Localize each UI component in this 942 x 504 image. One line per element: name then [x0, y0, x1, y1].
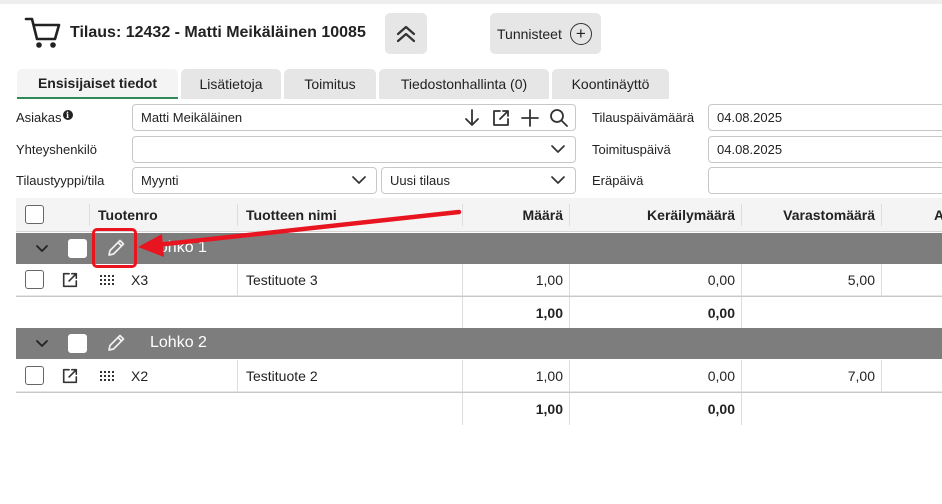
- tags-label: Tunnisteet: [497, 25, 562, 42]
- grid-header: Tuotenro Tuotteen nimi Määrä Keräilymäär…: [16, 198, 942, 232]
- drag-handle-icon[interactable]: [100, 275, 114, 285]
- chevron-down-icon: [352, 176, 366, 184]
- due-date-input[interactable]: [708, 167, 942, 194]
- external-link-icon[interactable]: [61, 271, 79, 289]
- external-link-icon[interactable]: [491, 108, 511, 128]
- cell-product-no: X3: [131, 272, 149, 288]
- order-date-input[interactable]: 04.08.2025: [708, 104, 942, 131]
- customer-label-text: Asiakas: [16, 110, 62, 125]
- due-date-label: Eräpäivä: [592, 173, 644, 188]
- total-picking-qty: 0,00: [707, 305, 735, 321]
- total-quantity: 1,00: [535, 305, 563, 321]
- group-row: Lohko 1: [16, 233, 942, 264]
- tab-file-management[interactable]: Tiedostonhallinta (0): [379, 69, 549, 99]
- annotation-highlight-box: [92, 228, 137, 268]
- arrow-down-icon[interactable]: [462, 108, 482, 128]
- tab-delivery[interactable]: Toimitus: [284, 69, 376, 99]
- group-checkbox[interactable]: [68, 239, 87, 258]
- group-total-row: 1,00 0,00: [16, 392, 942, 425]
- collapse-header-button[interactable]: [385, 13, 427, 54]
- group-total-row: 1,00 0,00: [16, 296, 942, 329]
- table-row[interactable]: X3 Testituote 3 1,00 0,00 5,00: [16, 264, 942, 296]
- cell-product-no: X2: [131, 368, 149, 384]
- plus-icon[interactable]: [520, 108, 540, 128]
- order-type-value: Myynti: [141, 173, 179, 188]
- delivery-date-value: 04.08.2025: [717, 142, 783, 157]
- search-icon[interactable]: [549, 108, 569, 128]
- chevron-down-icon[interactable]: [35, 338, 49, 350]
- col-header-stock-qty[interactable]: Varastomäärä: [741, 198, 875, 232]
- group-name: Lohko 2: [150, 334, 207, 351]
- drag-handle-icon[interactable]: [100, 371, 114, 381]
- tags-button[interactable]: Tunnisteet +: [490, 13, 601, 54]
- top-border: [0, 0, 942, 4]
- total-quantity: 1,00: [535, 401, 563, 417]
- cell-quantity[interactable]: 1,00: [462, 360, 563, 392]
- chevron-down-icon[interactable]: [35, 243, 49, 255]
- delivery-date-label: Toimituspäivä: [592, 142, 671, 157]
- column-divider: [89, 204, 90, 226]
- col-header-product-name[interactable]: Tuotteen nimi: [246, 198, 337, 232]
- page-title: Tilaus: 12432 - Matti Meikäläinen 10085: [70, 24, 366, 41]
- cart-icon: [24, 17, 61, 48]
- column-divider: [237, 204, 238, 226]
- cell-picking-qty[interactable]: 0,00: [569, 360, 735, 392]
- order-lines-grid: Tuotenro Tuotteen nimi Määrä Keräilymäär…: [16, 198, 942, 504]
- table-row[interactable]: X2 Testituote 2 1,00 0,00 7,00: [16, 360, 942, 392]
- row-checkbox[interactable]: [25, 366, 44, 385]
- contact-label: Yhteyshenkilö: [16, 142, 97, 157]
- external-link-icon[interactable]: [61, 367, 79, 385]
- column-divider: [237, 360, 238, 392]
- chevron-down-icon: [551, 176, 565, 184]
- order-date-value: 04.08.2025: [717, 110, 783, 125]
- order-date-label: Tilauspäivämäärä: [592, 110, 695, 125]
- cell-stock-qty: 5,00: [847, 272, 875, 288]
- group-row: Lohko 2: [16, 328, 942, 359]
- cell-product-name: Testituote 3: [246, 272, 318, 288]
- chevron-up-icon: [396, 25, 416, 42]
- contact-select[interactable]: [132, 136, 576, 163]
- col-header-product-no[interactable]: Tuotenro: [98, 198, 158, 232]
- column-divider: [237, 264, 238, 296]
- tab-additional-info[interactable]: Lisätietoja: [181, 69, 281, 99]
- order-status-value: Uusi tilaus: [390, 173, 450, 188]
- col-header-quantity[interactable]: Määrä: [462, 198, 563, 232]
- col-header-picking-qty[interactable]: Keräilymäärä: [569, 198, 735, 232]
- cell-quantity[interactable]: 1,00: [462, 264, 563, 296]
- customer-field[interactable]: Matti Meikäläinen: [132, 104, 576, 131]
- total-picking-qty: 0,00: [707, 401, 735, 417]
- delivery-date-input[interactable]: 04.08.2025: [708, 136, 942, 163]
- row-checkbox[interactable]: [25, 270, 44, 289]
- column-divider: [741, 297, 742, 329]
- cell-product-name: Testituote 2: [246, 368, 318, 384]
- customer-label: Asiakas i: [16, 110, 73, 125]
- column-divider: [881, 204, 882, 226]
- customer-value: Matti Meikäläinen: [141, 110, 243, 125]
- plus-circle-icon: +: [569, 22, 592, 45]
- cell-stock-qty: 7,00: [847, 368, 875, 384]
- group-name: Lohko 1: [150, 239, 207, 256]
- col-header-truncated[interactable]: A: [934, 198, 942, 232]
- group-checkbox[interactable]: [68, 334, 87, 353]
- tab-primary-info[interactable]: Ensisijaiset tiedot: [17, 69, 178, 99]
- info-icon[interactable]: i: [62, 110, 73, 120]
- column-divider: [881, 264, 882, 296]
- column-divider: [741, 393, 742, 425]
- cell-picking-qty[interactable]: 0,00: [569, 264, 735, 296]
- order-type-label: Tilaustyyppi/tila: [16, 173, 105, 188]
- tab-dashboard[interactable]: Koontinäyttö: [552, 69, 669, 99]
- pencil-icon[interactable]: [105, 332, 127, 354]
- order-type-select[interactable]: Myynti: [132, 167, 377, 194]
- select-all-checkbox[interactable]: [25, 205, 44, 224]
- column-divider: [881, 360, 882, 392]
- order-status-select[interactable]: Uusi tilaus: [381, 167, 576, 194]
- chevron-down-icon: [551, 145, 565, 153]
